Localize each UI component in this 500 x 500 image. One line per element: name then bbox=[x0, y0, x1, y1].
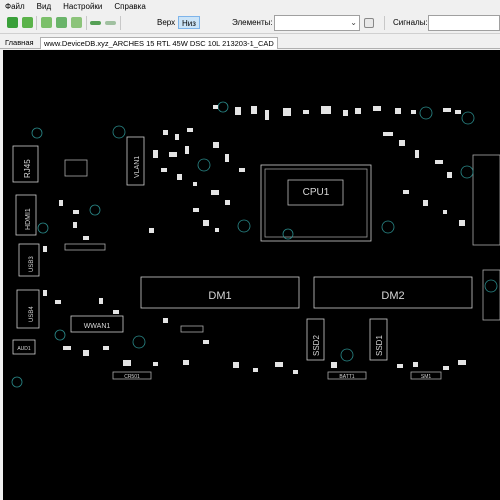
next-icon[interactable] bbox=[105, 21, 116, 25]
fit-icon[interactable] bbox=[56, 17, 67, 28]
cpu-outline[interactable] bbox=[260, 164, 372, 242]
ssd1-label: SSD1 bbox=[375, 335, 384, 356]
ssd2-label: SSD2 bbox=[312, 335, 321, 356]
elements-combo[interactable]: ⌄ bbox=[274, 15, 360, 31]
vlan-label: VLAN1 bbox=[134, 156, 141, 178]
tab-bar: Главная www.DeviceDB.xyz_ARCHES 15 RTL 4… bbox=[0, 35, 500, 49]
board-canvas[interactable]: CPU1 DM1 DM2 SSD2 SSD1 RJ45 VLAN1 HDMI1 … bbox=[3, 50, 500, 500]
menu-file[interactable]: Файл bbox=[5, 2, 25, 11]
menu-view[interactable]: Вид bbox=[37, 2, 51, 11]
signals-combo[interactable] bbox=[428, 15, 500, 31]
elements-label: Элементы: bbox=[232, 18, 273, 27]
menu-bar: Файл Вид Настройки Справка bbox=[0, 0, 500, 12]
zoom-out-icon[interactable] bbox=[71, 17, 82, 28]
signals-label: Сигналы: bbox=[393, 18, 428, 27]
tab-home[interactable]: Главная bbox=[2, 37, 37, 49]
dimm2-label: DM2 bbox=[381, 290, 404, 302]
tab-document[interactable]: www.DeviceDB.xyz_ARCHES 15 RTL 45W DSC 1… bbox=[40, 37, 278, 49]
prev-icon[interactable] bbox=[90, 21, 101, 25]
top-side-toggle[interactable]: Верх bbox=[154, 16, 178, 29]
menu-help[interactable]: Справка bbox=[114, 2, 145, 11]
sm-label: SM1 bbox=[421, 374, 432, 380]
aud-label: AUD1 bbox=[17, 346, 31, 352]
dimm1-label: DM1 bbox=[208, 290, 231, 302]
bottom-side-toggle[interactable]: Низ bbox=[178, 16, 200, 29]
chevron-down-icon: ⌄ bbox=[350, 18, 357, 27]
usb4-outline[interactable] bbox=[16, 289, 40, 329]
cr-label: CR501 bbox=[124, 374, 140, 380]
rj45-label: RJ45 bbox=[23, 159, 32, 178]
reload-icon[interactable] bbox=[22, 17, 33, 28]
pcb-drawing[interactable]: CPU1 DM1 DM2 SSD2 SSD1 RJ45 VLAN1 HDMI1 … bbox=[3, 50, 500, 500]
cpu-label: CPU1 bbox=[303, 187, 330, 198]
usb3-label: USB3 bbox=[29, 256, 35, 272]
toolbar: Верх Низ Элементы: ⌄ Сигналы: bbox=[0, 12, 500, 34]
batt-label: BATT1 bbox=[339, 374, 354, 380]
hdmi-label: HDMI1 bbox=[25, 208, 32, 230]
usb4-label: USB4 bbox=[29, 306, 35, 322]
search-icon[interactable] bbox=[364, 18, 374, 28]
menu-settings[interactable]: Настройки bbox=[63, 2, 102, 11]
zoom-in-icon[interactable] bbox=[41, 17, 52, 28]
wwan-label: WWAN1 bbox=[84, 323, 111, 330]
refresh-icon[interactable] bbox=[7, 17, 18, 28]
